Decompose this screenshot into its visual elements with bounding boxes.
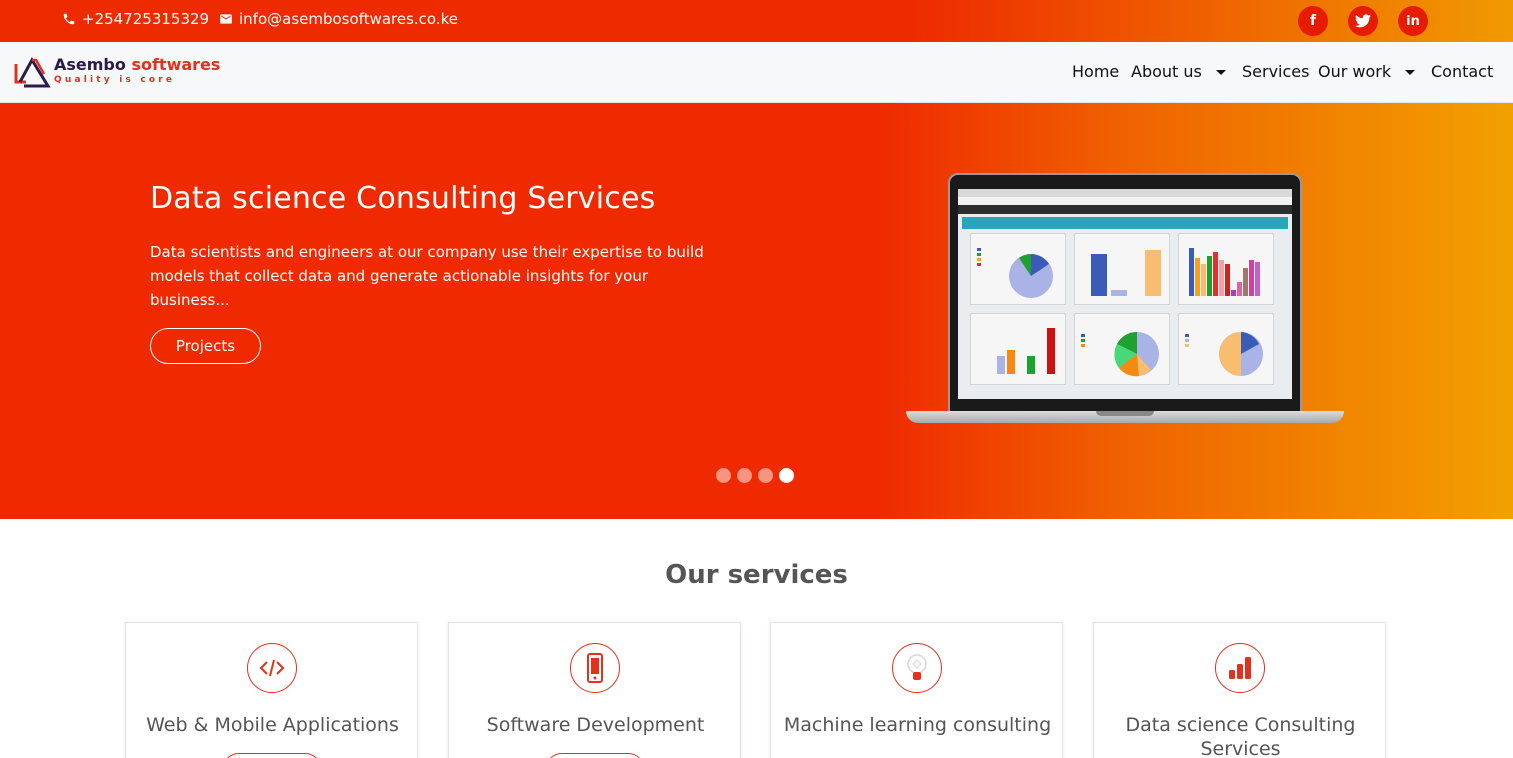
twitter-icon bbox=[1355, 14, 1371, 28]
phone-text: +254725315329 bbox=[82, 10, 210, 28]
mail-icon bbox=[220, 14, 232, 24]
facebook-icon: f bbox=[1309, 13, 1317, 29]
service-card-button[interactable] bbox=[222, 753, 322, 758]
nav-home[interactable]: Home bbox=[1072, 62, 1119, 81]
mobile-icon bbox=[570, 643, 620, 693]
carousel-dot-2[interactable] bbox=[737, 468, 752, 483]
service-card-button[interactable] bbox=[545, 753, 645, 758]
bar-chart-icon bbox=[1215, 643, 1265, 693]
about-dropdown-caret-icon[interactable] bbox=[1216, 70, 1226, 75]
phone-icon bbox=[63, 13, 75, 25]
service-card-title: Data science Consulting Services bbox=[1125, 714, 1356, 758]
service-card-web-mobile[interactable]: Web & Mobile Applications bbox=[125, 622, 418, 758]
email-contact[interactable]: info@asembosoftwares.co.ke bbox=[219, 10, 458, 28]
nav-contact[interactable]: Contact bbox=[1431, 62, 1493, 81]
service-card-machine-learning[interactable]: Machine learning consulting bbox=[770, 622, 1063, 758]
laptop-dashboard-image bbox=[906, 173, 1344, 425]
nav-services[interactable]: Services bbox=[1242, 62, 1309, 81]
lightbulb-icon bbox=[892, 643, 942, 693]
linkedin-link[interactable]: in bbox=[1398, 6, 1428, 36]
logo-mark-icon bbox=[14, 57, 51, 88]
main-navbar: Asembo softwares Quality is core Home Ab… bbox=[0, 42, 1513, 103]
brand-tagline: Quality is core bbox=[54, 75, 176, 85]
linkedin-icon: in bbox=[1406, 13, 1420, 29]
service-card-data-science[interactable]: Data science Consulting Services bbox=[1093, 622, 1386, 758]
service-card-software[interactable]: Software Development bbox=[448, 622, 741, 758]
nav-our-work[interactable]: Our work bbox=[1318, 62, 1391, 81]
service-card-title: Software Development bbox=[486, 714, 705, 736]
carousel-dot-4[interactable] bbox=[779, 468, 794, 483]
hero-title: Data science Consulting Services bbox=[150, 181, 656, 216]
service-card-title: Machine learning consulting bbox=[783, 714, 1052, 736]
phone-contact[interactable]: +254725315329 bbox=[62, 10, 209, 28]
carousel-indicators bbox=[716, 468, 794, 483]
service-card-title: Web & Mobile Applications bbox=[146, 714, 399, 736]
top-contact-bar: +254725315329 info@asembosoftwares.co.ke… bbox=[0, 0, 1513, 42]
hero-carousel: Data science Consulting Services Data sc… bbox=[0, 103, 1513, 519]
work-dropdown-caret-icon[interactable] bbox=[1405, 70, 1415, 75]
hero-description: Data scientists and engineers at our com… bbox=[150, 243, 704, 309]
brand-logo[interactable]: Asembo softwares Quality is core bbox=[14, 56, 220, 90]
brand-name: Asembo softwares bbox=[54, 55, 221, 74]
email-text: info@asembosoftwares.co.ke bbox=[239, 10, 458, 28]
projects-button[interactable]: Projects bbox=[150, 328, 261, 364]
services-heading: Our services bbox=[665, 560, 848, 590]
carousel-dot-1[interactable] bbox=[716, 468, 731, 483]
code-icon bbox=[247, 643, 297, 693]
nav-about-us[interactable]: About us bbox=[1131, 62, 1202, 81]
twitter-link[interactable] bbox=[1348, 6, 1378, 36]
facebook-link[interactable]: f bbox=[1298, 6, 1328, 36]
carousel-dot-3[interactable] bbox=[758, 468, 773, 483]
